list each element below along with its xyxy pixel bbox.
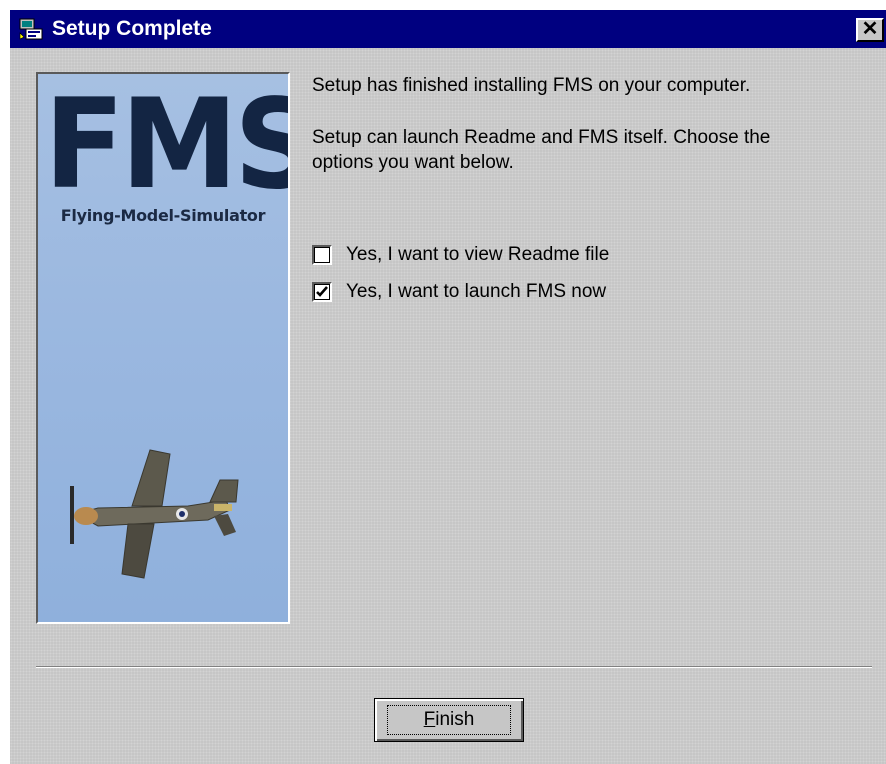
finish-focus-rect: Finish	[386, 705, 512, 735]
fms-logo: FMS	[44, 72, 290, 217]
launch-fms-checkbox[interactable]	[312, 282, 332, 302]
window-title: Setup Complete	[52, 17, 212, 40]
fms-banner-image: FMS Flying-Model-Simulator	[36, 72, 290, 624]
banner-tagline: Flying-Model-Simulator	[60, 206, 266, 225]
finish-label-rest: inish	[435, 709, 475, 730]
launch-fms-option[interactable]: Yes, I want to launch FMS now	[312, 279, 606, 305]
setup-installer-icon	[19, 18, 43, 40]
launch-fms-label[interactable]: Yes, I want to launch FMS now	[346, 281, 606, 303]
launch-info-line-2: options you want below.	[312, 152, 514, 173]
close-icon: ✕	[861, 18, 879, 40]
view-readme-option[interactable]: Yes, I want to view Readme file	[312, 242, 609, 268]
title-bar[interactable]: Setup Complete ✕	[10, 10, 886, 48]
view-readme-checkbox[interactable]	[312, 245, 332, 265]
airplane-icon	[70, 449, 239, 579]
close-button[interactable]: ✕	[856, 18, 884, 42]
button-separator	[36, 666, 872, 668]
finish-mnemonic: F	[423, 709, 436, 730]
finish-button[interactable]: Finish	[374, 698, 524, 742]
view-readme-label[interactable]: Yes, I want to view Readme file	[346, 244, 609, 266]
finished-message: Setup has finished installing FMS on you…	[312, 75, 751, 96]
checkmark-icon	[316, 286, 328, 297]
setup-complete-dialog: Setup Complete ✕ FMS Flying-Model-Simula…	[8, 8, 886, 764]
launch-info-line-1: Setup can launch Readme and FMS itself. …	[312, 127, 771, 148]
